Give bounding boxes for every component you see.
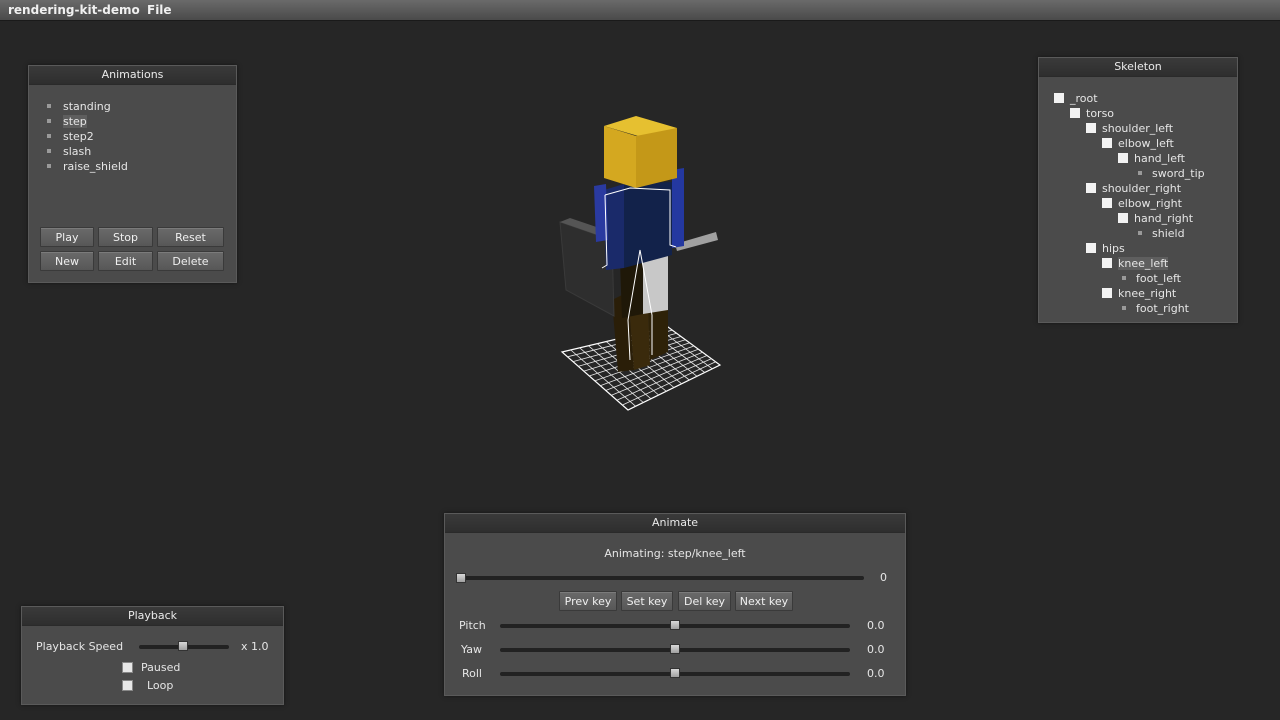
animation-item-step2[interactable]: step2 — [47, 129, 94, 144]
playback-speed-value: x 1.0 — [241, 640, 269, 653]
tree-node-torso[interactable]: torso — [1070, 106, 1114, 121]
bullet-icon — [1122, 306, 1126, 310]
loop-label: Loop — [147, 679, 174, 692]
node-checkbox-icon — [1054, 93, 1064, 103]
node-checkbox-icon — [1102, 198, 1112, 208]
tree-node-root[interactable]: _root — [1054, 91, 1098, 106]
tree-node-sword-tip[interactable]: sword_tip — [1138, 166, 1205, 181]
pitch-label: Pitch — [459, 619, 486, 632]
character-head — [604, 116, 677, 188]
roll-slider-thumb[interactable] — [670, 668, 680, 678]
yaw-value: 0.0 — [867, 643, 885, 656]
animation-item-raise-shield[interactable]: raise_shield — [47, 159, 128, 174]
roll-label: Roll — [462, 667, 482, 680]
node-checkbox-icon — [1070, 108, 1080, 118]
viewport-3d[interactable] — [540, 100, 740, 420]
node-checkbox-icon — [1086, 183, 1096, 193]
prev-key-button[interactable]: Prev key — [559, 591, 617, 611]
delete-button[interactable]: Delete — [157, 251, 224, 271]
playback-panel: Playback Playback Speed x 1.0 Paused Loo… — [21, 606, 284, 705]
node-checkbox-icon — [1102, 288, 1112, 298]
tree-node-shield[interactable]: shield — [1138, 226, 1185, 241]
tree-node-elbow-right[interactable]: elbow_right — [1102, 196, 1182, 211]
bullet-icon — [1138, 231, 1142, 235]
animation-item-step[interactable]: step — [47, 114, 87, 129]
node-checkbox-icon — [1086, 123, 1096, 133]
node-checkbox-icon — [1086, 243, 1096, 253]
node-checkbox-icon — [1102, 258, 1112, 268]
bullet-icon — [47, 149, 51, 153]
frame-value: 0 — [880, 571, 887, 584]
animation-item-slash[interactable]: slash — [47, 144, 91, 159]
set-key-button[interactable]: Set key — [621, 591, 673, 611]
menu-file[interactable]: File — [147, 3, 172, 17]
playback-panel-title: Playback — [22, 607, 283, 626]
tree-node-shoulder-right[interactable]: shoulder_right — [1086, 181, 1181, 196]
frame-slider-thumb[interactable] — [456, 573, 466, 583]
animating-status: Animating: step/knee_left — [604, 547, 746, 560]
bullet-icon — [47, 119, 51, 123]
tree-node-knee-left[interactable]: knee_left — [1102, 256, 1169, 271]
edit-button[interactable]: Edit — [98, 251, 153, 271]
reset-button[interactable]: Reset — [157, 227, 224, 247]
node-checkbox-icon — [1118, 153, 1128, 163]
new-button[interactable]: New — [40, 251, 94, 271]
bullet-icon — [47, 134, 51, 138]
app-title: rendering-kit-demo — [8, 3, 140, 17]
frame-slider-track[interactable] — [458, 576, 864, 580]
menu-bar: rendering-kit-demo File — [0, 0, 1280, 21]
loop-checkbox[interactable] — [122, 680, 133, 691]
playback-speed-thumb[interactable] — [178, 641, 188, 651]
paused-label: Paused — [141, 661, 181, 674]
stop-button[interactable]: Stop — [98, 227, 153, 247]
yaw-label: Yaw — [461, 643, 482, 656]
tree-node-hand-left[interactable]: hand_left — [1118, 151, 1185, 166]
animations-panel: Animations standing step step2 slash rai… — [28, 65, 237, 283]
tree-node-foot-right[interactable]: foot_right — [1122, 301, 1189, 316]
tree-node-hand-right[interactable]: hand_right — [1118, 211, 1193, 226]
node-checkbox-icon — [1118, 213, 1128, 223]
character-legs — [612, 252, 668, 372]
roll-value: 0.0 — [867, 667, 885, 680]
skeleton-panel: Skeleton _root torso shoulder_left elbow… — [1038, 57, 1238, 323]
tree-node-foot-left[interactable]: foot_left — [1122, 271, 1181, 286]
animate-panel: Animate Animating: step/knee_left 0 Prev… — [444, 513, 906, 696]
animations-panel-title: Animations — [29, 66, 236, 85]
bullet-icon — [47, 104, 51, 108]
playback-speed-label: Playback Speed — [36, 640, 124, 653]
animation-item-standing[interactable]: standing — [47, 99, 111, 114]
tree-node-shoulder-left[interactable]: shoulder_left — [1086, 121, 1173, 136]
tree-node-elbow-left[interactable]: elbow_left — [1102, 136, 1174, 151]
skeleton-panel-title: Skeleton — [1039, 58, 1237, 77]
next-key-button[interactable]: Next key — [735, 591, 793, 611]
tree-node-hips[interactable]: hips — [1086, 241, 1125, 256]
bullet-icon — [47, 164, 51, 168]
yaw-slider-thumb[interactable] — [670, 644, 680, 654]
play-button[interactable]: Play — [40, 227, 94, 247]
del-key-button[interactable]: Del key — [678, 591, 731, 611]
node-checkbox-icon — [1102, 138, 1112, 148]
pitch-value: 0.0 — [867, 619, 885, 632]
pitch-slider-thumb[interactable] — [670, 620, 680, 630]
bullet-icon — [1138, 171, 1142, 175]
tree-node-knee-right[interactable]: knee_right — [1102, 286, 1176, 301]
animate-panel-title: Animate — [445, 514, 905, 533]
bullet-icon — [1122, 276, 1126, 280]
paused-checkbox[interactable] — [122, 662, 133, 673]
